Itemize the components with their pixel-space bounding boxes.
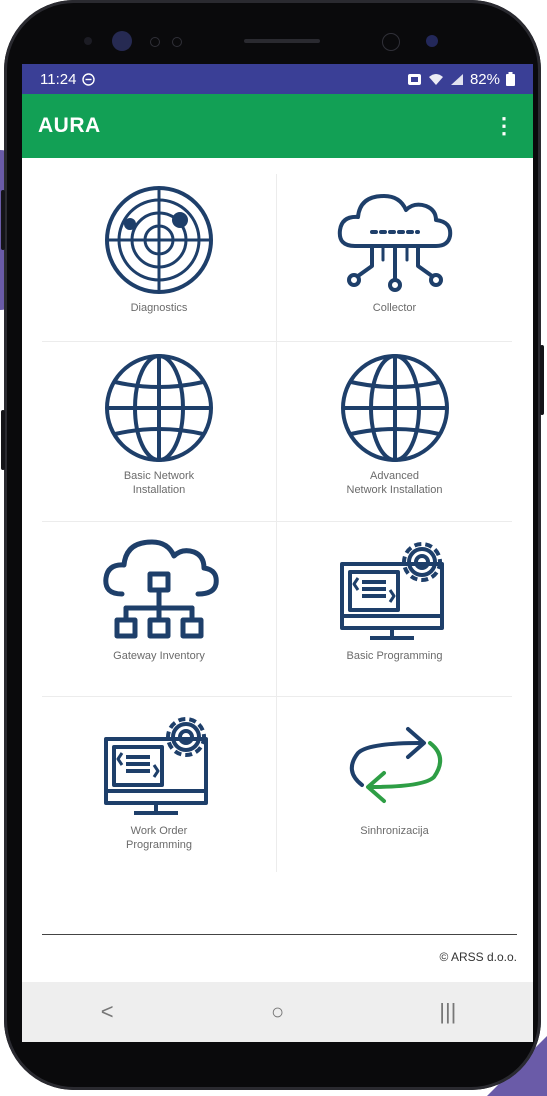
sensor-icon [172,37,182,47]
tile-advanced-network-installation[interactable]: Advanced Network Installation [277,342,512,522]
tile-gateway-inventory[interactable]: Gateway Inventory [42,522,277,697]
tile-diagnostics[interactable]: Diagnostics [42,174,277,342]
tile-label: Advanced Network Installation [346,470,443,496]
do-not-disturb-icon [82,72,96,86]
iris-scanner-icon [382,33,400,51]
front-camera-icon [112,31,132,51]
tile-label: Work Order Programming [125,825,193,851]
tile-label: Basic Programming [346,650,443,662]
phone-frame: 11:24 82% AURA ⋮ Diagnostics Collector B… [1,0,544,1090]
footer-divider [42,934,517,935]
tile-label: Diagnostics [130,302,188,314]
screen: 11:24 82% AURA ⋮ Diagnostics Collector B… [22,64,533,1042]
globe-icon [105,354,213,462]
status-time: 11:24 [40,70,77,88]
tile-label: Sinhronizacija [360,825,429,837]
globe-icon [340,354,449,462]
tile-collector[interactable]: Collector [277,174,512,342]
navigation-bar: < ○ ||| [22,982,533,1042]
home-button[interactable]: ○ [247,999,307,1025]
cloud-hierarchy-icon [103,539,219,639]
recents-button[interactable]: ||| [418,999,478,1025]
tile-basic-programming[interactable]: Basic Programming [277,522,512,697]
top-bezel [64,28,484,54]
back-button[interactable]: < [77,999,137,1025]
alarm-icon [407,73,421,85]
radar-icon [105,186,213,294]
bixby-button [1,410,5,470]
app-title: AURA [38,114,101,137]
tile-label: Basic Network Installation [123,470,195,496]
status-bar: 11:24 82% [22,64,533,94]
signal-icon [450,73,463,85]
more-vert-icon[interactable]: ⋮ [489,111,519,141]
tile-sinhronizacija[interactable]: Sinhronizacija [277,697,512,872]
sync-arrows-icon [349,727,442,803]
monitor-code-gear-icon [339,542,444,640]
earpiece [244,39,320,43]
tile-work-order-programming[interactable]: Work Order Programming [42,697,277,872]
menu-grid: Diagnostics Collector Basic Network Inst… [42,174,512,872]
power-button [540,345,544,415]
battery-icon [506,72,515,86]
tile-label: Collector [372,302,417,314]
wifi-icon [428,73,443,85]
app-bar: AURA ⋮ [22,94,533,158]
tile-label: Gateway Inventory [113,650,205,662]
copyright-text: © ARSS d.o.o. [439,950,517,964]
cloud-network-icon [337,194,452,292]
tile-basic-network-installation[interactable]: Basic Network Installation [42,342,277,522]
sensor-icon [84,37,92,45]
sensor-icon [150,37,160,47]
monitor-code-gear-icon [104,717,208,815]
battery-percent: 82% [469,70,500,88]
volume-button [1,190,5,250]
iris-camera-icon [426,35,438,47]
